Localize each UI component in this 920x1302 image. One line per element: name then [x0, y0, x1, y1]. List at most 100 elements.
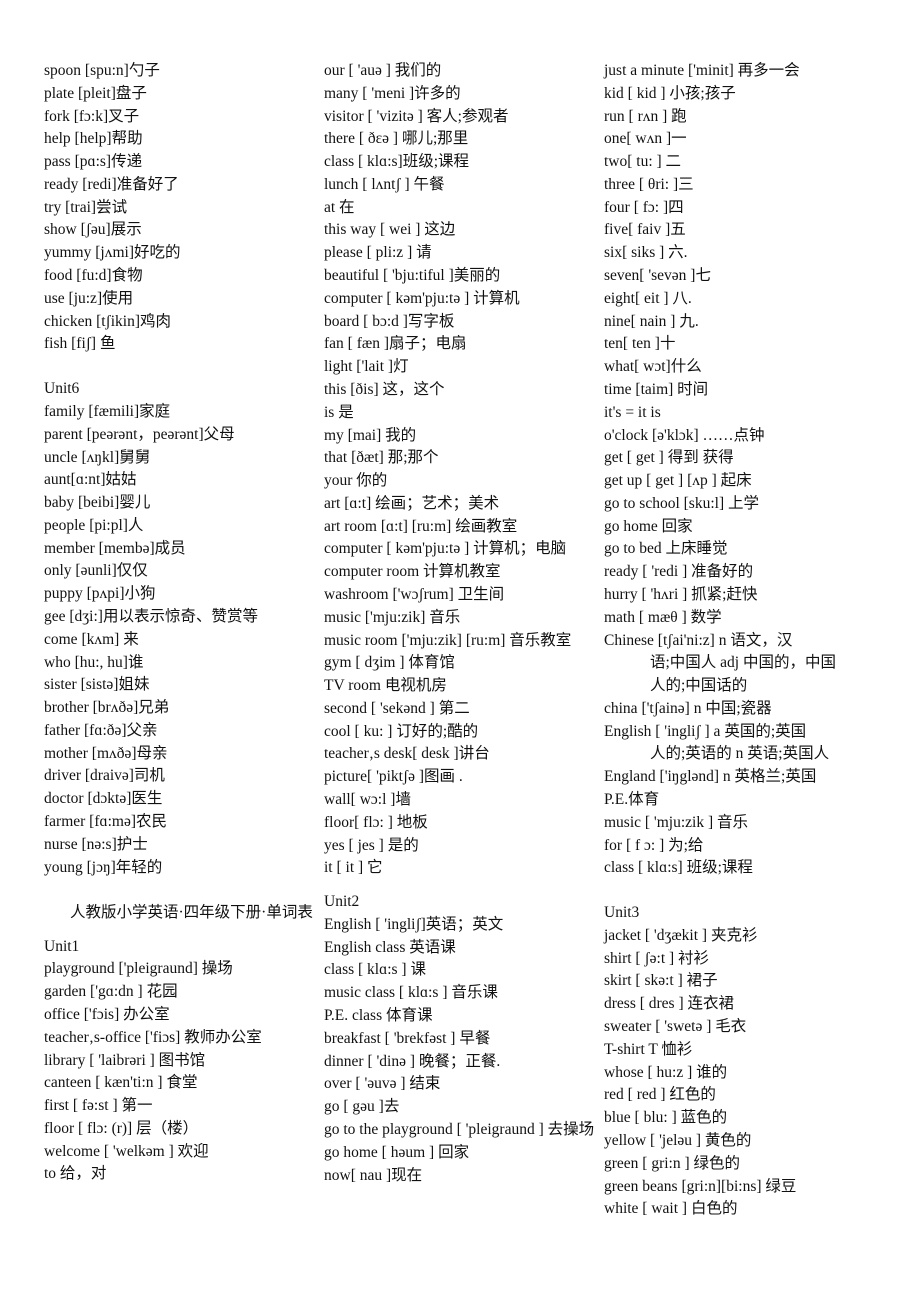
- vocab-entry: father [fɑ:ðə]父亲: [44, 721, 158, 739]
- vocab-entry: doctor [dɔktə]医生: [44, 790, 163, 808]
- vocab-entry: gee [dʒi:]用以表示惊奇、赞赏等: [44, 607, 258, 625]
- vocab-entry: P.E. class 体育课: [324, 1007, 433, 1025]
- vocab-entry: English [ 'ingliʃ ] a 英国的;英国: [604, 722, 807, 740]
- vocab-entry: your 你的: [324, 472, 388, 490]
- entry-group: England ['iŋglənd] n 英格兰;英国 P.E.体育 music…: [604, 766, 884, 880]
- entry-group-wrapped: English [ 'ingliʃ ] a 英国的;英国 人的;英语的 n 英语…: [604, 721, 884, 767]
- vocab-entry: what[ wɔt]什么: [604, 358, 702, 376]
- vocab-entry: farmer [fɑ:mə]农民: [44, 813, 168, 830]
- vocab-entry: class [ klɑ:s] 班级;课程: [604, 859, 753, 877]
- vocab-entry: sweater [ 'swetə ] 毛衣: [604, 1018, 747, 1036]
- vocab-entry: computer [ kəm'pju:tə ] 计算机: [324, 289, 520, 307]
- vocab-entry: cool [ ku: ] 订好的;酷的: [324, 722, 479, 740]
- vocab-entry: our [ 'auə ] 我们的: [324, 62, 442, 79]
- unit-heading-3: Unit3: [604, 904, 640, 922]
- vocab-entry: use [ju:z]使用: [44, 289, 134, 307]
- vocab-entry: there [ ðɛə ] 哪儿;那里: [324, 130, 469, 148]
- vocab-entry: whose [ hu:z ] 谁的: [604, 1063, 728, 1081]
- vocab-entry: five[ faiv ]五: [604, 221, 686, 239]
- vocab-entry: math [ mæθ ] 数学: [604, 608, 722, 626]
- vocab-entry: member [membə]成员: [44, 539, 186, 557]
- vocab-entry: music class [ klɑ:s ] 音乐课: [324, 984, 498, 1002]
- vocab-entry: puppy [pʌpi]小狗: [44, 585, 156, 603]
- vocab-entry: chicken [tʃikin]鸡肉: [44, 312, 171, 330]
- vocab-entry: this [ðis] 这，这个: [324, 380, 445, 398]
- vocab-entry: board [ bɔ:d ]写字板: [324, 312, 455, 330]
- vocab-entry: light ['lait ]灯: [324, 358, 409, 376]
- vocab-entry: music room ['mju:zik] [ru:m] 音乐教室: [324, 631, 572, 649]
- vocab-entry: green beans [gri:n][bi:ns] 绿豆: [604, 1177, 797, 1195]
- vocab-entry: white [ wait ] 白色的: [604, 1200, 738, 1218]
- vocab-entry: now[ nau ]现在: [324, 1166, 423, 1184]
- vocab-entry: English class 英语课: [324, 938, 456, 956]
- vocab-entry: ready [ 'redi ] 准备好的: [604, 563, 754, 581]
- vocab-entry: my [mai] 我的: [324, 426, 417, 444]
- vocab-entry: over [ 'əuvə ] 结束: [324, 1075, 441, 1093]
- vocab-entry: young [jɔŋ]年轻的: [44, 858, 163, 876]
- vocab-entry: uncle [ʌŋkl]舅舅: [44, 448, 151, 466]
- vocab-entry-continuation: 语;中国人 adj 中国的，中国: [650, 654, 836, 672]
- vocab-entry: brother [brʌðə]兄弟: [44, 699, 170, 717]
- vocab-entry: spoon [spu:n]勺子: [44, 62, 160, 79]
- document-title: 人教版小学英语·四年级下册·单词表: [70, 904, 313, 922]
- vocab-entry: teacher‚s desk[ desk ]讲台: [324, 745, 490, 763]
- vocab-entry: many [ 'meni ]许多的: [324, 84, 461, 102]
- vocab-entry: skirt [ skə:t ] 裙子: [604, 972, 718, 990]
- vocab-entry: floor[ flɔ: ] 地板: [324, 813, 428, 831]
- vocab-entry: Chinese [tʃai'ni:z] n 语文，汉: [604, 631, 793, 649]
- vocab-entry: visitor [ 'vizitə ] 客人;参观者: [324, 107, 509, 125]
- vocab-entry: computer room 计算机教室: [324, 563, 501, 581]
- vocab-entry: for [ f ɔ: ] 为;给: [604, 836, 704, 854]
- vocab-entry: go home 回家: [604, 517, 693, 535]
- vocab-entry: china ['tʃainə] n 中国;瓷器: [604, 699, 772, 717]
- vocab-entry: green [ gri:n ] 绿色的: [604, 1154, 741, 1172]
- entry-group: English [ 'ingliʃ]英语；英文 English class 英语…: [324, 914, 604, 1187]
- vocab-entry: show [ʃəu]展示: [44, 221, 142, 239]
- vocab-entry: first [ fə:st ] 第一: [44, 1097, 153, 1115]
- vocab-entry: library [ 'laibrəri ] 图书馆: [44, 1051, 206, 1069]
- vocab-entry: English [ 'ingliʃ]英语；英文: [324, 915, 504, 933]
- vocab-entry: washroom ['wɔʃrum] 卫生间: [324, 585, 505, 603]
- vocab-entry: three [ θri: ]三: [604, 175, 694, 193]
- vocab-entry: to 给，对: [44, 1165, 107, 1183]
- vocab-entry: breakfast [ 'brekfəst ] 早餐: [324, 1029, 491, 1047]
- vocab-entry: music ['mju:zik] 音乐: [324, 608, 461, 626]
- vocab-entry: go home [ həum ] 回家: [324, 1143, 470, 1161]
- entry-group: china ['tʃainə] n 中国;瓷器: [604, 698, 884, 721]
- vocab-entry: only [əunli]仅仅: [44, 562, 148, 580]
- vocab-entry-continuation: 人的;英语的 n 英语;英国人: [650, 745, 830, 763]
- vocab-entry: fork [fɔ:k]叉子: [44, 107, 140, 125]
- entry-group: our [ 'auə ] 我们的 many [ 'meni ]许多的 visit…: [324, 60, 604, 880]
- vocab-entry: six[ siks ] 六.: [604, 244, 688, 262]
- vocab-entry: sister [sistə]姐妹: [44, 676, 150, 694]
- unit-heading-1: Unit1: [44, 937, 80, 955]
- vocab-entry: food [fu:d]食物: [44, 267, 143, 285]
- vocab-entry: office ['fɔis] 办公室: [44, 1005, 170, 1023]
- vocab-entry: yellow [ 'jeləu ] 黄色的: [604, 1131, 752, 1149]
- vocab-entry: get up [ get ] [ʌp ] 起床: [604, 472, 752, 490]
- vocab-entry: this way [ wei ] 这边: [324, 221, 456, 239]
- vocab-entry: T-shirt T 恤衫: [604, 1040, 693, 1058]
- vocab-entry: red [ red ] 红色的: [604, 1086, 716, 1104]
- vocab-entry: that [ðæt] 那;那个: [324, 449, 439, 467]
- vocab-entry: help [help]帮助: [44, 130, 143, 148]
- entry-group: playground ['pleigraund] 操场 garden ['gɑ:…: [44, 958, 324, 1186]
- vocab-entry: run [ rʌn ] 跑: [604, 107, 687, 125]
- vocab-entry: lunch [ lʌntʃ ] 午餐: [324, 175, 445, 193]
- vocab-entry: class [ klɑ:s ] 课: [324, 961, 426, 979]
- vocab-entry: garden ['gɑ:dn ] 花园: [44, 983, 178, 1001]
- unit-heading-6: Unit6: [44, 380, 80, 398]
- vocab-entry: England ['iŋglənd] n 英格兰;英国: [604, 768, 817, 786]
- vocab-entry: beautiful [ 'bju:tiful ]美丽的: [324, 267, 501, 285]
- vocab-entry: go to the playground [ 'pleigraund ] 去操场: [324, 1120, 595, 1138]
- vocab-entry: yes [ jes ] 是的: [324, 836, 419, 854]
- vocab-entry: playground ['pleigraund] 操场: [44, 960, 233, 978]
- vocab-entry: two[ tu: ] 二: [604, 153, 682, 171]
- column-3: just a minute ['minit] 再多一会 kid [ kid ] …: [604, 60, 884, 1221]
- vocab-entry-continuation: 人的;中国话的: [650, 677, 748, 695]
- vocab-entry: fish [fiʃ] 鱼: [44, 335, 116, 353]
- vocab-entry: computer [ kəm'pju:tə ] 计算机；电脑: [324, 540, 567, 558]
- vocab-entry: art room [ɑ:t] [ru:m] 绘画教室: [324, 517, 518, 535]
